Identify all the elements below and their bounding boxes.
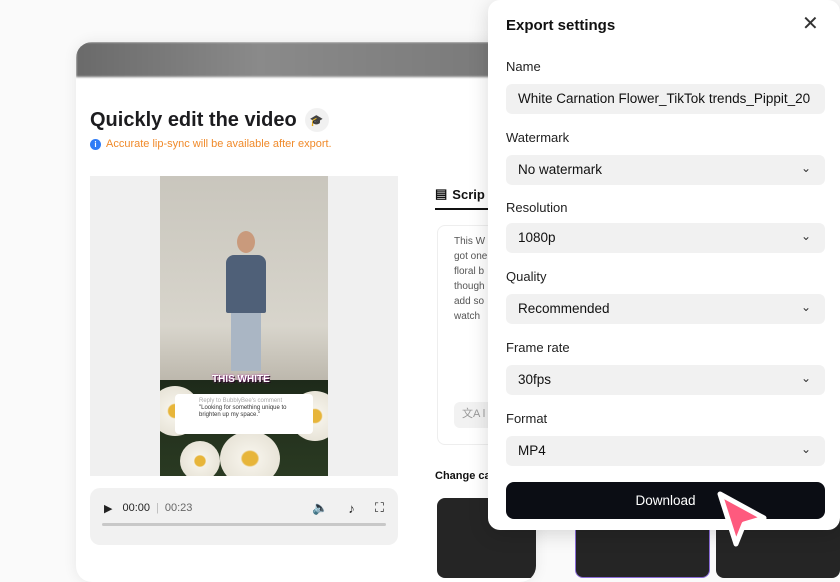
- quality-label: Quality: [506, 269, 547, 284]
- resolution-label: Resolution: [506, 200, 568, 215]
- video-player-controls: ▶ 00:00 | 00:23 🔈 ♪ ⛶: [90, 488, 398, 545]
- tutorial-icon[interactable]: 🎓: [304, 108, 329, 132]
- frame-rate-select[interactable]: 30fps ⌄: [506, 365, 825, 395]
- current-time: 00:00: [122, 502, 150, 514]
- download-button[interactable]: Download: [506, 482, 825, 519]
- reply-comment-card: Reply to BubblyBee's comment "Looking for…: [175, 394, 313, 434]
- window-titlebar: [76, 42, 536, 77]
- quality-value: Recommended: [518, 301, 610, 316]
- tiktok-icon[interactable]: ♪: [348, 501, 355, 516]
- name-label: Name: [506, 59, 541, 74]
- video-caption: THIS WHITE: [212, 374, 270, 385]
- notice-text: Accurate lip-sync will be available afte…: [106, 138, 332, 150]
- watermark-select[interactable]: No watermark ⌄: [506, 155, 825, 185]
- video-preview[interactable]: THIS WHITE Reply to BubblyBee's comment "…: [90, 176, 398, 476]
- tab-script[interactable]: ▤ Scrip: [435, 186, 485, 202]
- editor-window: Quickly edit the video 🎓 i Accurate lip-sy…: [76, 42, 536, 582]
- script-icon: ▤: [435, 186, 448, 201]
- format-value: MP4: [518, 443, 546, 458]
- reply-text: "Looking for something unique to brighte…: [199, 405, 287, 418]
- translate-label: l: [482, 408, 486, 420]
- export-settings-panel: Export settings ✕ Name White Carnation F…: [488, 0, 840, 530]
- resolution-value: 1080p: [518, 230, 556, 245]
- resolution-select[interactable]: 1080p ⌄: [506, 223, 825, 253]
- close-icon[interactable]: ✕: [802, 14, 819, 34]
- frame-rate-value: 30fps: [518, 372, 552, 387]
- progress-scrubber[interactable]: [102, 523, 386, 526]
- page-title: Quickly edit the video 🎓: [90, 108, 329, 132]
- tab-script-label: Scrip: [452, 186, 485, 202]
- cursor-pointer-icon: [717, 491, 767, 547]
- fullscreen-icon[interactable]: ⛶: [375, 500, 384, 516]
- video-frame: THIS WHITE Reply to BubblyBee's comment "…: [160, 176, 328, 476]
- time-separator: |: [156, 502, 159, 514]
- watermark-value: No watermark: [518, 162, 603, 177]
- reply-title: Reply to BubblyBee's comment: [199, 398, 283, 404]
- translate-icon: 文A: [462, 408, 480, 420]
- chevron-down-icon: ⌄: [800, 442, 811, 456]
- panel-title: Export settings: [506, 17, 616, 34]
- format-label: Format: [506, 411, 548, 426]
- watermark-label: Watermark: [506, 130, 570, 145]
- name-value: White Carnation Flower_TikTok trends_Pip…: [518, 91, 811, 106]
- info-icon: i: [90, 138, 101, 150]
- chevron-down-icon: ⌄: [800, 161, 811, 175]
- volume-icon[interactable]: 🔈: [312, 500, 328, 516]
- lip-sync-notice: i Accurate lip-sync will be available aft…: [90, 138, 332, 150]
- person-figure: [226, 231, 266, 381]
- format-select[interactable]: MP4 ⌄: [506, 436, 825, 466]
- frame-rate-label: Frame rate: [506, 340, 570, 355]
- duration: 00:23: [164, 502, 193, 514]
- chevron-down-icon: ⌄: [800, 371, 811, 385]
- chevron-down-icon: ⌄: [800, 300, 811, 314]
- title-text: Quickly edit the video: [90, 108, 297, 131]
- chevron-down-icon: ⌄: [800, 229, 811, 243]
- name-input[interactable]: White Carnation Flower_TikTok trends_Pip…: [506, 84, 825, 114]
- change-caption-heading: Change ca: [435, 470, 491, 482]
- play-icon[interactable]: ▶: [104, 502, 112, 515]
- quality-select[interactable]: Recommended ⌄: [506, 294, 825, 324]
